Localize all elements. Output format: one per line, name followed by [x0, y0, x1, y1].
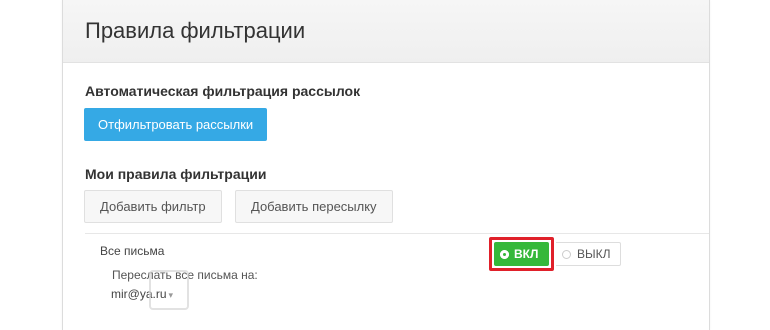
toggle-off-button[interactable]: ВЫКЛ	[556, 242, 621, 266]
auto-filter-title: Автоматическая фильтрация рассылок	[85, 83, 361, 99]
toggle-off-label: ВЫКЛ	[577, 247, 611, 261]
panel-header: Правила фильтрации	[63, 0, 709, 63]
filter-newsletters-button[interactable]: Отфильтровать рассылки	[84, 108, 268, 141]
rule-label: Все письма	[100, 244, 165, 258]
add-forward-button[interactable]: Добавить пересылку	[235, 190, 393, 223]
my-rules-title: Мои правила фильтрации	[85, 166, 267, 182]
add-filter-button[interactable]: Добавить фильтр	[84, 190, 222, 223]
page-title: Правила фильтрации	[85, 18, 306, 43]
watermark-logo-icon	[149, 270, 189, 310]
rule-divider	[85, 233, 709, 234]
radio-off-icon	[562, 249, 571, 259]
radio-on-icon	[500, 249, 509, 259]
filter-rules-panel: Правила фильтрации Автоматическая фильтр…	[62, 0, 710, 330]
toggle-on-label: ВКЛ	[514, 247, 539, 261]
toggle-on-button[interactable]: ВКЛ	[494, 242, 549, 266]
